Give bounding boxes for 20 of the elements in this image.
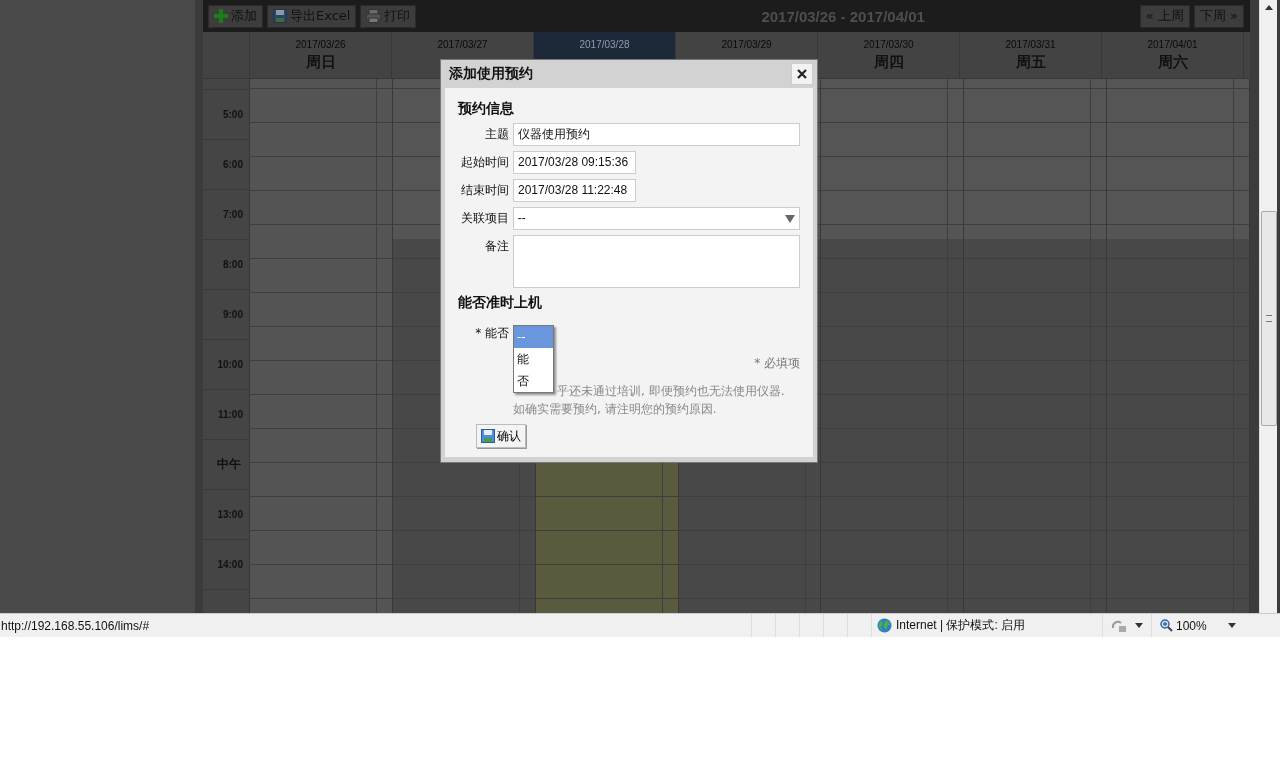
section-heading: 能否准时上机 — [458, 294, 543, 312]
field-label: 关联项目 — [459, 210, 509, 227]
day-date: 2017/03/29 — [721, 39, 772, 50]
day-date: 2017/03/26 — [295, 39, 346, 50]
field-label: 结束时间 — [460, 182, 509, 199]
day-date: 2017/03/27 — [437, 39, 488, 50]
field-label: 主题 — [483, 126, 509, 143]
status-url: http://192.168.55.106/lims/# — [0, 618, 151, 633]
notice-text: 如确实需要预约, 请注明您的预约原因. — [513, 400, 717, 418]
day-date: 2017/03/28 — [579, 39, 630, 50]
day-date: 2017/03/30 — [863, 39, 914, 50]
required-note: * 必填项 — [754, 355, 800, 372]
security-zone-text: Internet | 保护模式: 启用 — [896, 617, 1026, 634]
section-heading: 预约信息 — [458, 100, 515, 118]
field-label: 备注 — [483, 238, 509, 255]
day-date: 2017/04/01 — [1147, 39, 1198, 50]
day-date: 2017/03/31 — [1005, 39, 1056, 50]
field-label: 起始时间 — [460, 154, 509, 171]
notice-text: 乎还未通过培训, 即便预约也无法使用仪器. — [557, 382, 785, 400]
field-label: * 能否 — [474, 325, 509, 342]
